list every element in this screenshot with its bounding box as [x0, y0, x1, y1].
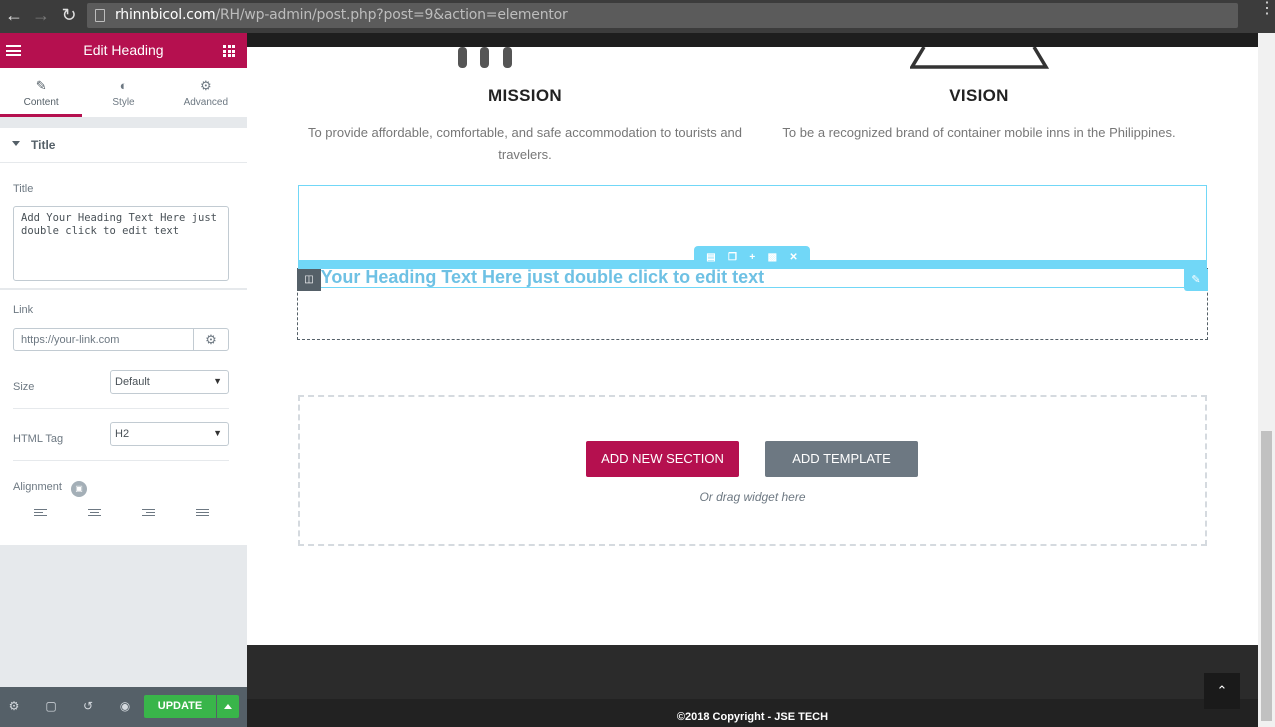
link-options-gear-icon[interactable]: ⚙	[193, 328, 229, 351]
tab-style-label: Style	[112, 97, 135, 108]
settings-gear-icon[interactable]: ⚙	[6, 698, 22, 714]
back-arrow-icon[interactable]: ←	[1, 0, 27, 33]
reload-icon[interactable]: ↻	[56, 0, 82, 33]
add-template-button[interactable]: ADD TEMPLATE	[765, 441, 918, 477]
align-left-icon[interactable]	[34, 509, 47, 519]
divider	[13, 408, 229, 409]
forward-arrow-icon[interactable]: →	[28, 0, 54, 33]
history-icon[interactable]: ↺	[80, 698, 96, 714]
heading-widget-text[interactable]: d Your Heading Text Here just double cli…	[305, 267, 1185, 288]
preview-canvas: MISSION To provide affordable, comfortab…	[247, 33, 1258, 727]
responsive-device-icon[interactable]: ▣	[71, 481, 87, 497]
preview-eye-icon[interactable]: ◉	[117, 698, 133, 714]
html-tag-label: HTML Tag	[13, 433, 64, 445]
contrast-icon: ◐	[119, 78, 128, 93]
select-arrow-icon: ▼	[213, 428, 222, 438]
panel-header: Edit Heading	[0, 33, 247, 68]
section-background-strip	[247, 33, 1258, 47]
pencil-icon: ✎	[35, 78, 47, 93]
section-duplicate-icon[interactable]: ❐	[728, 252, 737, 263]
mission-title: MISSION	[488, 86, 562, 105]
update-options-caret-icon[interactable]	[217, 695, 239, 718]
tab-style[interactable]: ◐ Style	[82, 68, 164, 117]
select-arrow-icon: ▼	[213, 376, 222, 386]
browser-toolbar: ← → ↻ rhinnbicol.com/RH/wp-admin/post.ph…	[0, 0, 1275, 33]
section-save-icon[interactable]: ▩	[768, 252, 777, 263]
tab-advanced[interactable]: ⚙ Advanced	[165, 68, 247, 117]
vision-text: To be a recognized brand of container mo…	[782, 125, 1176, 140]
panel-tabs: ✎ Content ◐ Style ⚙ Advanced	[0, 68, 247, 118]
html-tag-select[interactable]: H2 ▼	[110, 422, 229, 446]
address-bar[interactable]: rhinnbicol.com/RH/wp-admin/post.php?post…	[87, 3, 1238, 28]
divider	[13, 460, 229, 461]
vision-title: VISION	[949, 86, 1009, 105]
section-toolbar: ▤ ❐ + ▩ ✕	[694, 246, 810, 268]
title-label: Title	[13, 183, 34, 195]
section-add-icon[interactable]: +	[749, 252, 755, 263]
link-label: Link	[13, 304, 34, 316]
browser-menu-icon[interactable]: ⋮	[1259, 1, 1275, 17]
tab-content-label: Content	[23, 97, 59, 108]
html-tag-select-value: H2	[115, 428, 130, 440]
back-to-top-icon[interactable]: ⌃	[1204, 673, 1240, 709]
tab-content[interactable]: ✎ Content	[0, 68, 83, 117]
section-title: Title	[31, 138, 56, 152]
panel-footer: ⚙ ▢ ↺ ◉ UPDATE	[0, 687, 247, 727]
page-icon	[95, 9, 105, 22]
controls-area: Title Add Your Heading Text Here just do…	[0, 163, 247, 545]
vision-icon	[910, 47, 1050, 69]
link-input[interactable]: https://your-link.com	[13, 328, 194, 351]
widget-edit-pencil-icon[interactable]: ✎	[1184, 269, 1208, 291]
divider	[0, 288, 247, 290]
scrollbar-thumb[interactable]	[1261, 431, 1272, 721]
size-select[interactable]: Default ▼	[110, 370, 229, 394]
caret-down-icon	[12, 141, 20, 146]
update-button[interactable]: UPDATE	[144, 695, 216, 718]
add-section-dropzone[interactable]	[298, 395, 1207, 546]
add-new-section-button[interactable]: ADD NEW SECTION	[586, 441, 739, 477]
align-center-icon[interactable]	[88, 509, 101, 519]
mission-text: To provide affordable, comfortable, and …	[307, 125, 743, 162]
url-path: /RH/wp-admin/post.php?post=9&action=elem…	[215, 7, 568, 23]
copyright-text: ©2018 Copyright - JSE TECH	[676, 711, 829, 723]
responsive-desktop-icon[interactable]: ▢	[43, 698, 59, 714]
section-structure-icon[interactable]: ▤	[706, 252, 715, 263]
drag-widget-hint: Or drag widget here	[699, 490, 806, 504]
address-url: rhinnbicol.com/RH/wp-admin/post.php?post…	[115, 7, 568, 23]
section-delete-icon[interactable]: ✕	[789, 252, 797, 263]
panel-title: Edit Heading	[83, 42, 164, 58]
tab-advanced-label: Advanced	[183, 97, 229, 108]
column-handle-icon[interactable]: ◫	[297, 269, 321, 291]
size-select-value: Default	[115, 376, 150, 388]
page-scrollbar[interactable]	[1258, 33, 1275, 727]
gear-icon: ⚙	[199, 78, 212, 93]
editor-panel: Edit Heading ✎ Content ◐ Style ⚙ Advance…	[0, 33, 247, 727]
alignment-label: Alignment	[13, 481, 62, 493]
widgets-grid-icon[interactable]	[223, 45, 235, 57]
url-host: rhinnbicol.com	[115, 7, 216, 23]
size-label: Size	[13, 381, 35, 393]
mission-icon	[458, 47, 512, 68]
title-section-toggle[interactable]: Title	[0, 128, 247, 163]
align-right-icon[interactable]	[142, 509, 155, 519]
align-justify-icon[interactable]	[196, 509, 209, 519]
title-textarea[interactable]: Add Your Heading Text Here just double c…	[13, 206, 229, 281]
